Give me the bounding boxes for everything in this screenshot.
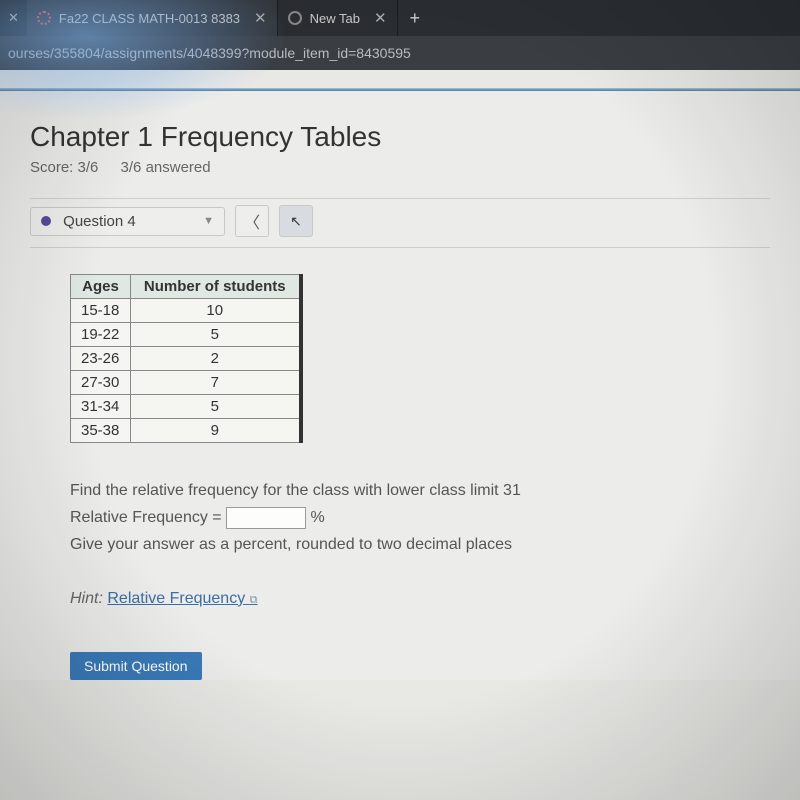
question-label: Question 4 <box>63 213 136 230</box>
question-body: Find the relative frequency for the clas… <box>70 477 770 612</box>
table-row: 35-389 <box>71 419 301 443</box>
table-row: 31-345 <box>71 395 301 419</box>
question-dropdown[interactable]: Question 4 ▼ <box>30 207 225 236</box>
hint-label: Hint: <box>70 590 103 607</box>
col-header-count: Number of students <box>131 275 301 299</box>
close-icon[interactable]: ✕ <box>374 9 387 27</box>
page-content: Chapter 1 Frequency Tables Score: 3/6 3/… <box>0 91 800 680</box>
answered-value: 3/6 answered <box>121 159 211 176</box>
prev-question-button[interactable]: 〈 <box>235 205 269 237</box>
score-line: Score: 3/6 3/6 answered <box>30 159 770 176</box>
answer-prefix: Relative Frequency = <box>70 509 226 526</box>
cursor-icon: ↖ <box>290 213 302 230</box>
address-bar[interactable]: ourses/355804/assignments/4048399?module… <box>0 36 800 70</box>
new-tab-button[interactable]: + <box>398 8 433 29</box>
canvas-icon <box>37 11 51 25</box>
table-row: 23-262 <box>71 347 301 371</box>
tab-label: New Tab <box>310 11 360 26</box>
score-value: Score: 3/6 <box>30 159 98 176</box>
prompt-line-3: Give your answer as a percent, rounded t… <box>70 531 770 558</box>
chrome-icon <box>288 11 302 25</box>
table-row: 19-225 <box>71 323 301 347</box>
close-icon[interactable]: ✕ <box>254 9 267 27</box>
tab-label: Fa22 CLASS MATH-0013 8383 <box>59 11 240 26</box>
frequency-table-wrap: Ages Number of students 15-1810 19-225 2… <box>70 274 770 443</box>
close-icon[interactable]: ✕ <box>0 10 27 26</box>
tab-new[interactable]: New Tab ✕ <box>278 0 398 36</box>
browser-tab-strip: ✕ Fa22 CLASS MATH-0013 8383 ✕ New Tab ✕ … <box>0 0 800 36</box>
relative-frequency-input[interactable] <box>226 507 306 529</box>
col-header-ages: Ages <box>71 275 131 299</box>
tab-course[interactable]: Fa22 CLASS MATH-0013 8383 ✕ <box>27 0 278 36</box>
hint-link[interactable]: Relative Frequency ⧉ <box>107 590 257 607</box>
frequency-table: Ages Number of students 15-1810 19-225 2… <box>70 274 303 443</box>
external-link-icon: ⧉ <box>250 594 258 606</box>
submit-question-button[interactable]: Submit Question <box>70 652 202 680</box>
next-question-button[interactable]: ↖ <box>279 205 313 237</box>
url-text: ourses/355804/assignments/4048399?module… <box>8 45 411 61</box>
table-row: 27-307 <box>71 371 301 395</box>
caret-down-icon: ▼ <box>203 215 214 227</box>
chevron-left-icon: 〈 <box>244 209 260 233</box>
table-row: 15-1810 <box>71 299 301 323</box>
answer-suffix: % <box>311 509 325 526</box>
prompt-line-1: Find the relative frequency for the clas… <box>70 477 770 504</box>
hint-line: Hint: Relative Frequency ⧉ <box>70 585 770 612</box>
status-dot-icon <box>41 216 51 226</box>
answer-line: Relative Frequency = % <box>70 504 770 531</box>
question-nav-bar: Question 4 ▼ 〈 ↖ <box>30 198 770 248</box>
page-title: Chapter 1 Frequency Tables <box>30 121 770 153</box>
